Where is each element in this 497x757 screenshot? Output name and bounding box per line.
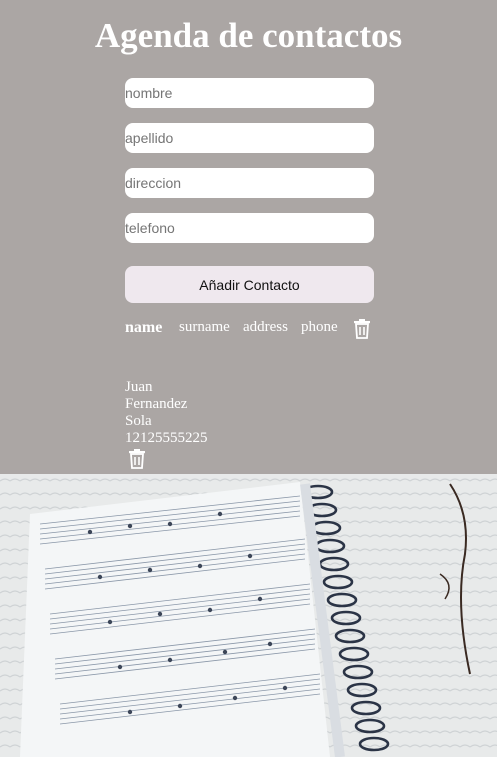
apellido-input[interactable] (125, 123, 374, 153)
direccion-input[interactable] (125, 168, 374, 198)
header-trash-icon[interactable] (353, 319, 371, 339)
nombre-input[interactable] (125, 78, 374, 108)
contact-surname: Fernandez (125, 396, 188, 412)
header-phone: phone (301, 319, 338, 335)
header-panel: Agenda de contactos Añadir Contacto name… (0, 0, 497, 474)
page-title: Agenda de contactos (94, 16, 403, 55)
add-contact-button[interactable]: Añadir Contacto (125, 266, 374, 303)
contact-trash-icon[interactable] (128, 449, 146, 469)
telefono-input[interactable] (125, 213, 374, 243)
sheet-music-background-image (0, 474, 497, 757)
header-name: name (125, 319, 163, 336)
header-address: address (243, 319, 288, 335)
contact-address: Sola (125, 413, 152, 429)
contact-name: Juan (125, 379, 153, 395)
contact-phone: 12125555225 (125, 430, 208, 446)
header-surname: surname (179, 319, 230, 335)
